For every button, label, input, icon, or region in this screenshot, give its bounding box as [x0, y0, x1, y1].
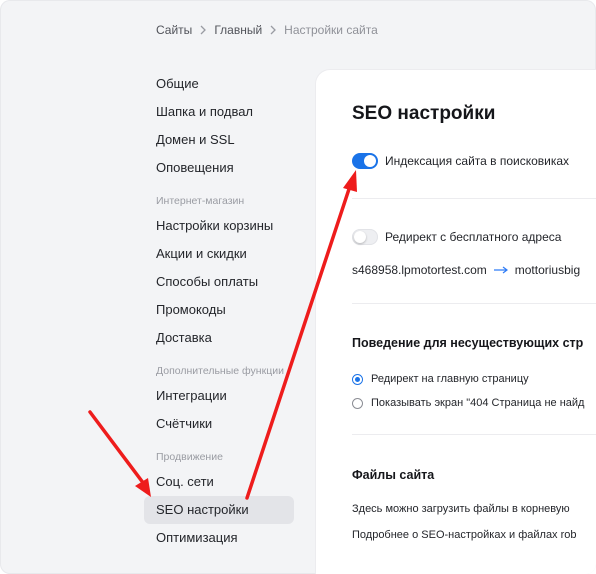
sidebar-item-cart-settings[interactable]: Настройки корзины [144, 212, 294, 240]
redirect-free-toggle[interactable] [352, 229, 378, 245]
arrow-right-icon [487, 266, 515, 274]
not-found-section-title: Поведение для несуществующих стр [352, 336, 584, 350]
divider [352, 198, 596, 199]
indexing-toggle[interactable] [352, 153, 378, 169]
radio-label: Редирект на главную страницу [371, 373, 529, 385]
radio-option-show-404[interactable]: Показывать экран "404 Страница не найд [352, 397, 584, 409]
sidebar-item-optimization[interactable]: Оптимизация [144, 524, 294, 552]
indexing-label: Индексация сайта в поисковиках [385, 154, 570, 168]
sidebar-item-social[interactable]: Соц. сети [144, 468, 294, 496]
sidebar-item-domain-ssl[interactable]: Домен и SSL [144, 126, 294, 154]
redirect-free-label: Редирект с бесплатного адреса [385, 230, 562, 244]
radio-button[interactable] [352, 397, 363, 409]
settings-sidebar: Общие Шапка и подвал Домен и SSL Оповеще… [144, 70, 294, 552]
sidebar-item-header-footer[interactable]: Шапка и подвал [144, 98, 294, 126]
files-description: Здесь можно загрузить файлы в корневую [352, 503, 570, 515]
page-title: SEO настройки [352, 103, 496, 124]
sidebar-item-notifications[interactable]: Оповещения [144, 154, 294, 182]
sidebar-item-seo[interactable]: SEO настройки [144, 496, 294, 524]
radio-option-redirect-home[interactable]: Редирект на главную страницу [352, 373, 529, 385]
divider [352, 434, 596, 435]
seo-settings-panel: SEO настройки Индексация сайта в поисков… [316, 70, 596, 574]
radio-button[interactable] [352, 373, 363, 385]
sidebar-group-promotion: Продвижение [156, 451, 223, 463]
sidebar-item-general[interactable]: Общие [144, 70, 294, 98]
chevron-right-icon [192, 25, 214, 35]
sidebar-item-integrations[interactable]: Интеграции [144, 382, 294, 410]
breadcrumb-sites[interactable]: Сайты [156, 23, 192, 37]
sidebar-item-counters[interactable]: Счётчики [144, 410, 294, 438]
breadcrumb: Сайты Главный Настройки сайта [156, 23, 378, 37]
annotation-arrow-to-seo [88, 410, 151, 497]
radio-label: Показывать экран "404 Страница не найд [371, 397, 585, 409]
sidebar-item-promocodes[interactable]: Промокоды [144, 296, 294, 324]
redirect-to-domain: mottoriusbig [514, 263, 581, 277]
sidebar-item-promotions[interactable]: Акции и скидки [144, 240, 294, 268]
redirect-mapping: s468958.lpmotortest.com mottoriusbig [352, 263, 580, 277]
chevron-right-icon [262, 25, 284, 35]
breadcrumb-main[interactable]: Главный [214, 23, 262, 37]
sidebar-group-shop: Интернет-магазин [156, 195, 245, 207]
divider [352, 303, 596, 304]
sidebar-group-extra: Дополнительные функции [156, 365, 284, 377]
sidebar-item-payment-methods[interactable]: Способы оплаты [144, 268, 294, 296]
files-more-info: Подробнее о SEO-настройках и файлах rob [352, 529, 577, 541]
settings-window: Сайты Главный Настройки сайта Общие Шапк… [0, 0, 596, 574]
toggle-knob [364, 155, 376, 167]
redirect-from-domain: s468958.lpmotortest.com [352, 263, 487, 277]
files-section-title: Файлы сайта [352, 468, 435, 482]
breadcrumb-site-settings: Настройки сайта [284, 23, 378, 37]
toggle-knob [354, 231, 366, 243]
sidebar-item-delivery[interactable]: Доставка [144, 324, 294, 352]
